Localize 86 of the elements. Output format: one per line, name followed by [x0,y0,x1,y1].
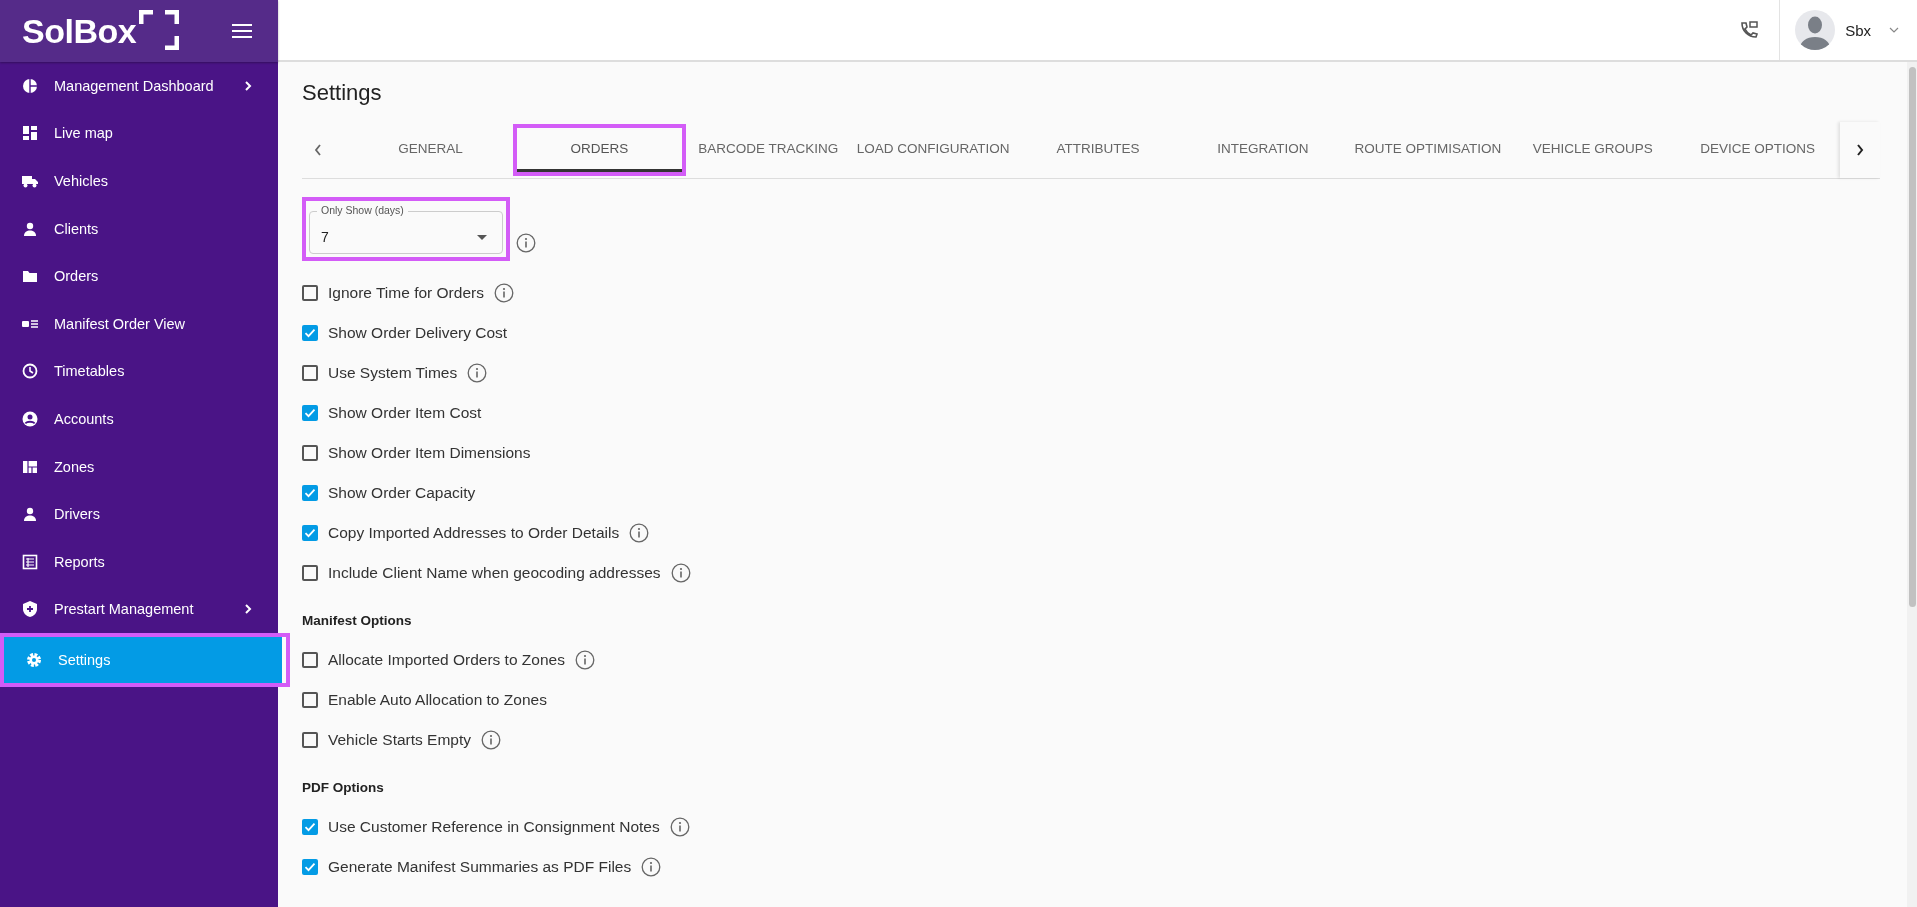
sidebar-item[interactable]: Drivers [0,490,278,538]
chevron-left-icon[interactable] [314,144,322,156]
option-label: Copy Imported Addresses to Order Details [328,524,620,542]
option-label: Show Order Delivery Cost [328,324,508,342]
person-icon [22,220,38,237]
info-icon[interactable] [467,363,488,383]
section-heading: Manifest Options [302,613,413,628]
sidebar-item[interactable]: Live map [0,109,278,158]
phone-icon[interactable] [1739,20,1760,40]
user-menu[interactable]: Sbx [1779,0,1917,60]
option-label: Show Order Capacity [328,484,476,502]
field-label: Only Show (days) [317,204,408,216]
folder-icon [22,268,38,285]
sidebar-item[interactable]: Vehicles [0,157,278,205]
sidebar-item[interactable]: Accounts [0,395,278,443]
checkbox[interactable] [302,732,318,748]
sidebar-item[interactable]: Manifest Order View [0,299,278,348]
tab[interactable]: BARCODE TRACKING [685,122,851,178]
info-icon[interactable] [493,283,514,303]
option-label: Ignore Time for Orders [328,284,484,302]
sidebar-item[interactable]: Management Dashboard [0,62,278,110]
info-icon[interactable] [641,857,662,877]
sidebar-item[interactable]: Reports [0,537,278,586]
sidebar-item[interactable]: Timetables [0,347,278,396]
info-icon[interactable] [629,523,650,543]
option-label: Use System Times [328,364,458,382]
logo: SolBox [22,11,137,51]
info-icon[interactable] [481,730,501,750]
tab[interactable]: DEVICE OPTIONS [1675,122,1840,178]
option-label: Enable Auto Allocation to Zones [328,691,547,709]
sidebar-item[interactable]: Clients [0,204,278,253]
chevron-right-icon [1856,144,1864,156]
tab[interactable]: GENERAL [348,122,513,178]
tab[interactable]: INTEGRATION [1180,122,1346,178]
checkbox[interactable] [302,565,318,581]
option-label: Use Customer Reference in Consignment Notes [328,818,660,836]
sidebar-item[interactable]: Orders [0,252,278,300]
tab[interactable]: LOAD CONFIGURATION [850,122,1016,178]
sidebar-item[interactable]: Zones [0,442,278,491]
checkbox[interactable] [302,859,318,875]
checkbox[interactable] [302,652,318,668]
scrollbar-thumb[interactable] [1908,67,1916,607]
bracket-logo-icon [139,10,180,50]
checkbox[interactable] [302,819,318,835]
tab[interactable]: VEHICLE GROUPS [1510,122,1676,178]
avatar-icon [1795,10,1836,50]
option-label: Generate Manifest Summaries as PDF Files [328,858,632,876]
chevron-right-icon [244,79,252,92]
checkbox[interactable] [302,445,318,461]
option-label: Show Order Item Cost [328,404,482,422]
grid-icon [22,458,38,475]
pie-chart-icon [22,77,38,94]
option-label: Show Order Item Dimensions [328,444,531,462]
checkbox[interactable] [302,325,318,341]
option-label: Include Client Name when geocoding addresses [328,564,661,582]
truck-icon [22,173,38,189]
caret-icon [477,234,487,240]
checkbox[interactable] [302,365,318,381]
dashboard-icon [22,125,38,142]
chevron-right-icon [244,603,252,616]
tab[interactable]: ATTRIBUTES [1015,122,1181,178]
person-icon [22,506,38,523]
table-icon [22,553,38,570]
info-icon[interactable] [669,817,690,837]
info-icon[interactable] [670,563,691,583]
option-label: Vehicle Starts Empty [328,731,471,749]
page-title: Settings [302,80,383,106]
account-icon [22,410,38,427]
scrollbar[interactable] [1907,62,1917,907]
option-label: Allocate Imported Orders to Zones [328,651,565,669]
chevron-down-icon [1889,27,1899,33]
menu-icon[interactable] [232,23,252,39]
checkbox[interactable] [302,405,318,421]
section-heading: PDF Options [302,780,385,795]
checkbox[interactable] [302,525,318,541]
shield-icon [22,601,38,618]
settings-icon [26,652,42,669]
sidebar-item[interactable]: Prestart Management [0,585,278,634]
info-icon[interactable] [574,650,595,670]
clock-icon [22,363,38,380]
checkbox[interactable] [302,485,318,501]
checkbox[interactable] [302,285,318,301]
tab[interactable]: ROUTE OPTIMISATION [1345,122,1511,178]
checkbox[interactable] [302,692,318,708]
tab[interactable]: ORDERS [516,128,682,172]
info-icon[interactable] [516,233,536,253]
